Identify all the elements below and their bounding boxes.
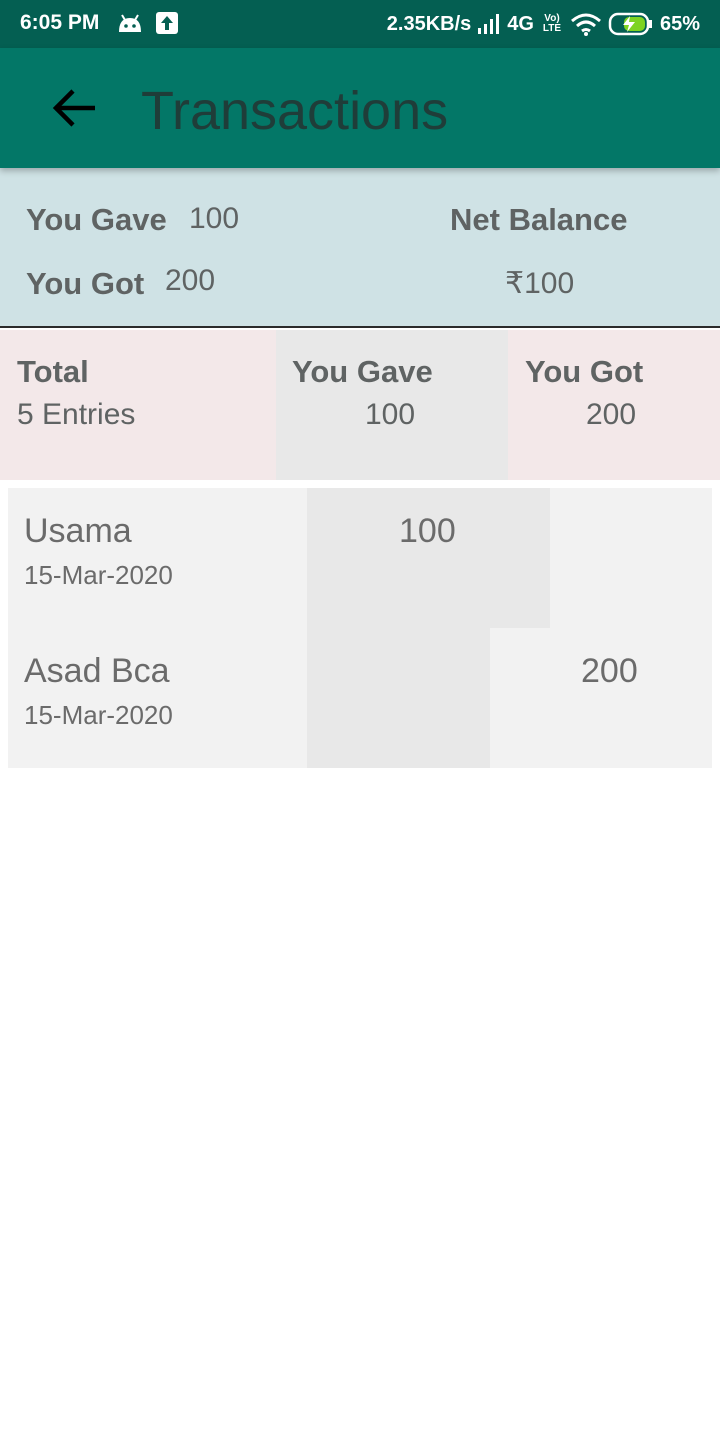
net-balance-value: ₹100: [505, 267, 575, 300]
app-bar: Transactions: [0, 48, 720, 168]
page-title: Transactions: [141, 81, 449, 141]
transaction-name: Usama: [24, 512, 132, 550]
transaction-got-amount: 200: [581, 652, 638, 690]
network-type: 4G: [507, 12, 534, 35]
volte-badge: Vo) LTE: [542, 13, 562, 34]
net-speed: 2.35KB/s: [386, 12, 472, 35]
totals-you-got-label: You Got: [525, 354, 644, 389]
totals-you-got-value: 200: [586, 398, 637, 431]
battery-percent: 65%: [659, 12, 700, 35]
net-balance-label: Net Balance: [450, 202, 628, 237]
balance-summary: You Gave 100 You Got 200 Net Balance ₹10…: [0, 168, 720, 328]
summary-you-got-value: 200: [165, 264, 216, 297]
battery-charging-icon: [608, 12, 652, 36]
transaction-row[interactable]: Asad Bca 15-Mar-2020 200: [8, 628, 712, 768]
totals-entries-cell: Total 5 Entries: [0, 330, 276, 480]
status-time: 6:05 PM: [20, 11, 100, 34]
totals-row: Total 5 Entries You Gave 100 You Got 200: [0, 330, 720, 480]
transaction-name: Asad Bca: [24, 652, 170, 690]
transaction-gave-amount: 100: [399, 512, 456, 550]
wifi-icon: [570, 13, 601, 36]
transaction-date: 15-Mar-2020: [24, 700, 173, 730]
signal-icon: [478, 14, 500, 34]
transaction-row[interactable]: Usama 15-Mar-2020 100: [8, 488, 712, 628]
back-button[interactable]: [44, 78, 104, 138]
totals-you-got-cell: You Got 200: [508, 330, 720, 480]
transaction-gave-cell: [307, 488, 550, 628]
upload-icon: [156, 12, 178, 34]
status-bar: 6:05 PM 2.35KB/s 4G Vo) LTE 65%: [0, 0, 720, 48]
android-icon: [119, 14, 141, 32]
status-right-cluster: 2.35KB/s 4G Vo) LTE 65%: [387, 11, 700, 37]
totals-you-gave-cell: You Gave 100: [276, 330, 508, 480]
transaction-list: Usama 15-Mar-2020 100 Asad Bca 15-Mar-20…: [8, 488, 712, 768]
transaction-date: 15-Mar-2020: [24, 560, 173, 590]
entries-count: 5 Entries: [17, 398, 136, 431]
totals-you-gave-label: You Gave: [292, 354, 433, 389]
total-label: Total: [17, 354, 89, 389]
totals-you-gave-value: 100: [365, 398, 416, 431]
transaction-gave-cell: [307, 628, 490, 768]
summary-you-gave-value: 100: [189, 202, 240, 235]
summary-you-got-label: You Got: [26, 266, 145, 301]
summary-you-gave-label: You Gave: [26, 202, 167, 237]
arrow-left-icon: [52, 89, 95, 127]
